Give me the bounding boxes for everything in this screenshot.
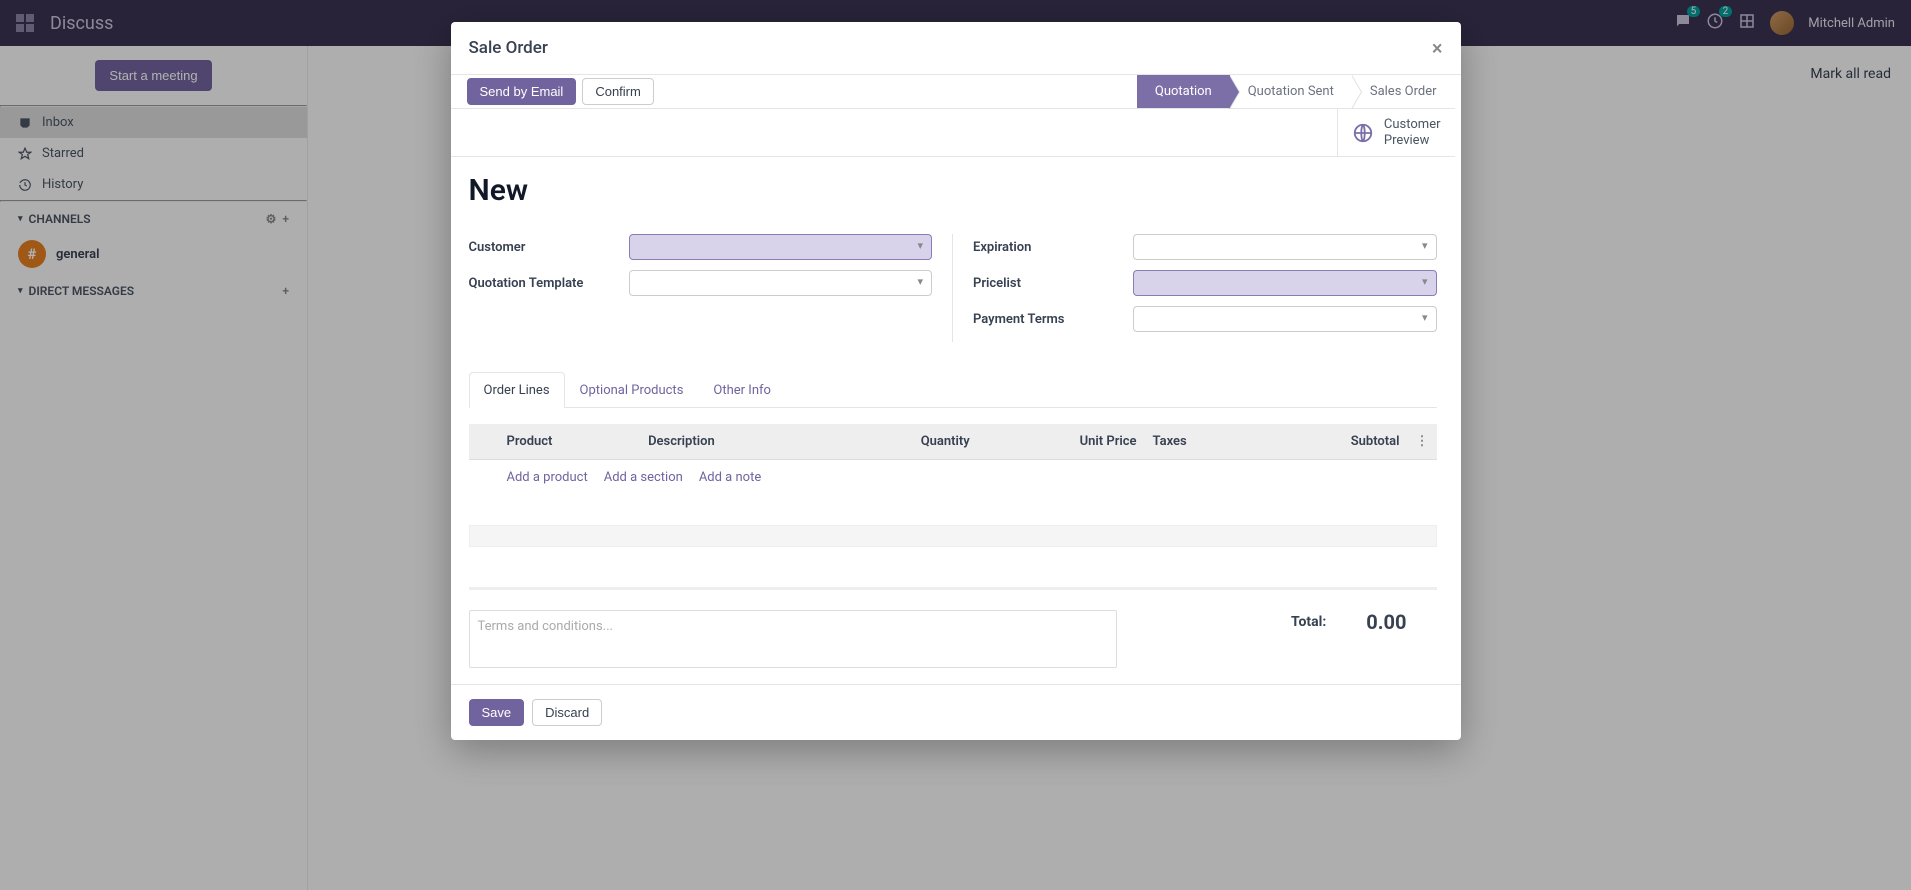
total-label: Total: (1291, 614, 1326, 630)
label-quotation-template: Quotation Template (469, 276, 629, 291)
save-button[interactable]: Save (469, 699, 525, 726)
payment-terms-select[interactable] (1133, 306, 1437, 332)
preview-row: Customer Preview (451, 109, 1455, 157)
col-product: Product (499, 424, 641, 460)
column-menu-icon[interactable]: ⋮ (1408, 424, 1437, 460)
customer-preview-line1: Customer (1384, 117, 1441, 133)
discard-button[interactable]: Discard (532, 699, 602, 726)
globe-icon (1352, 122, 1374, 144)
form-title: New (469, 173, 1437, 208)
sale-order-modal: Sale Order × Send by Email Confirm Quota… (451, 22, 1461, 740)
label-pricelist: Pricelist (973, 276, 1133, 291)
add-section-link[interactable]: Add a section (604, 470, 683, 485)
divider (469, 587, 1437, 590)
col-subtotal: Subtotal (1259, 424, 1407, 460)
add-note-link[interactable]: Add a note (699, 470, 761, 485)
pricelist-select[interactable] (1133, 270, 1437, 296)
modal-header: Sale Order × (451, 22, 1461, 75)
modal-footer: Save Discard (451, 684, 1461, 740)
modal-title: Sale Order (469, 38, 548, 58)
label-expiration: Expiration (973, 240, 1133, 255)
col-unit-price: Unit Price (978, 424, 1145, 460)
stage-sales-order[interactable]: Sales Order (1352, 75, 1455, 108)
send-by-email-button[interactable]: Send by Email (467, 78, 577, 105)
tab-optional-products[interactable]: Optional Products (565, 372, 699, 408)
statusbar: Send by Email Confirm Quotation Quotatio… (451, 75, 1455, 109)
modal-overlay: Sale Order × Send by Email Confirm Quota… (0, 0, 1911, 890)
confirm-button[interactable]: Confirm (582, 78, 654, 105)
table-row: Add a product Add a section Add a note (469, 460, 1437, 496)
customer-preview-line2: Preview (1384, 133, 1441, 149)
total-value: 0.00 (1366, 610, 1406, 634)
terms-placeholder: Terms and conditions... (478, 619, 613, 634)
customer-preview-button[interactable]: Customer Preview (1337, 109, 1455, 156)
form-tabs: Order Lines Optional Products Other Info (469, 372, 1437, 408)
close-icon[interactable]: × (1432, 36, 1443, 60)
status-stages: Quotation Quotation Sent Sales Order (1137, 75, 1455, 108)
empty-summary-bar (469, 525, 1437, 547)
order-lines-table: Product Description Quantity Unit Price … (469, 424, 1437, 495)
modal-body: Send by Email Confirm Quotation Quotatio… (451, 75, 1461, 684)
add-product-link[interactable]: Add a product (507, 470, 588, 485)
label-payment-terms: Payment Terms (973, 312, 1133, 327)
col-taxes: Taxes (1145, 424, 1260, 460)
col-description: Description (640, 424, 829, 460)
col-quantity: Quantity (829, 424, 978, 460)
tab-order-lines[interactable]: Order Lines (469, 372, 565, 408)
stage-quotation[interactable]: Quotation (1137, 75, 1230, 108)
label-customer: Customer (469, 240, 629, 255)
terms-input[interactable]: Terms and conditions... (469, 610, 1117, 668)
quotation-template-select[interactable] (629, 270, 933, 296)
tab-other-info[interactable]: Other Info (698, 372, 786, 408)
stage-quotation-sent[interactable]: Quotation Sent (1230, 75, 1352, 108)
expiration-input[interactable] (1133, 234, 1437, 260)
customer-select[interactable] (629, 234, 933, 260)
